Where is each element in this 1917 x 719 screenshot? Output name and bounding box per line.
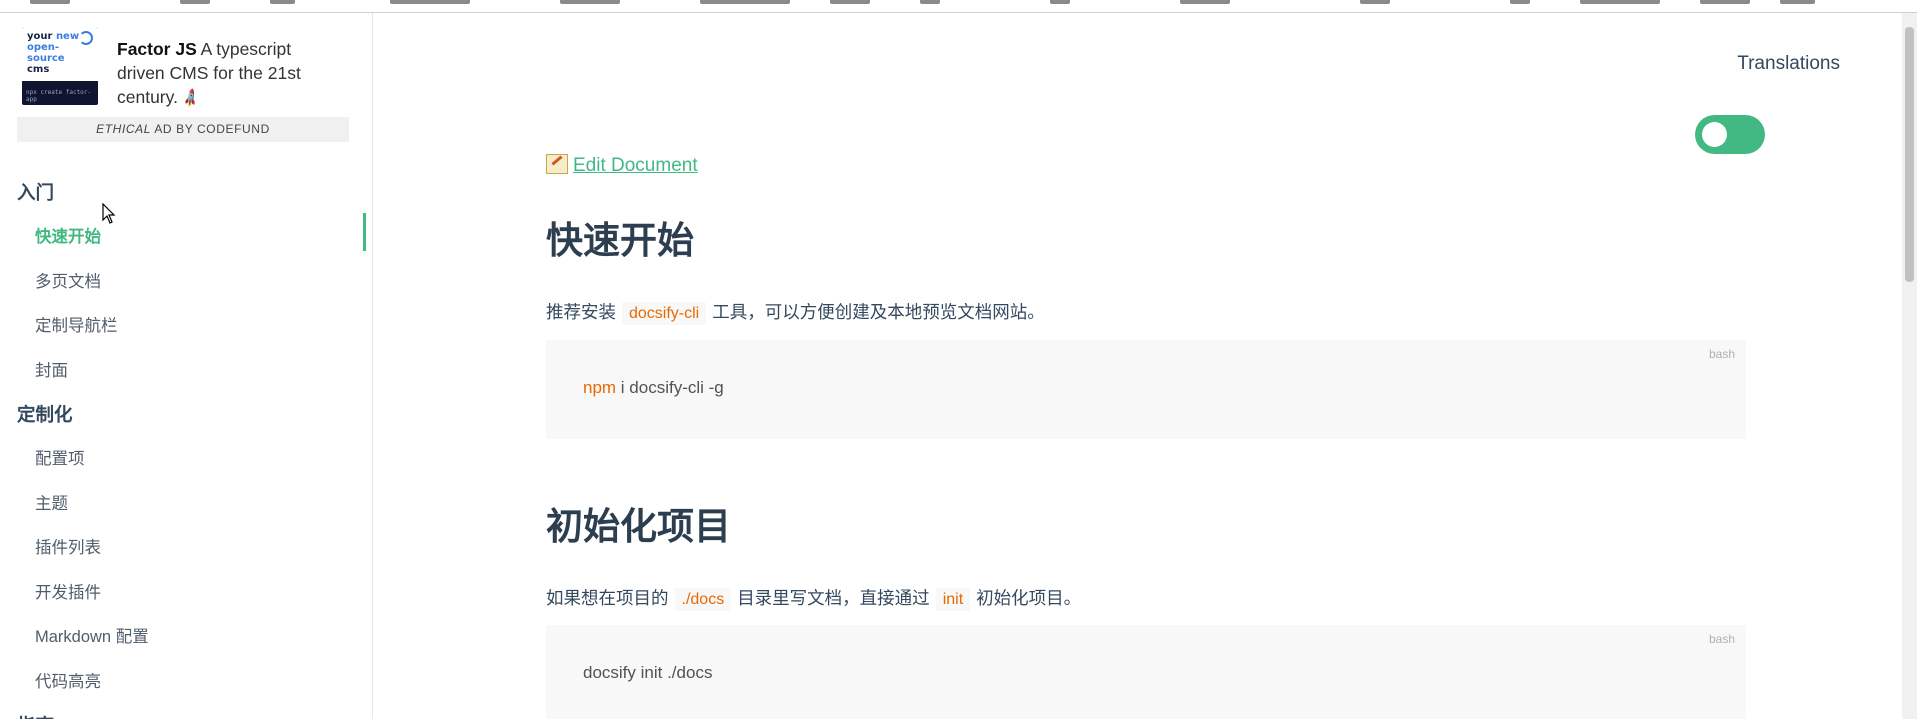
code-lang-label: bash <box>1708 347 1735 361</box>
sidebar-item-code-highlight[interactable]: 代码高亮 <box>17 660 357 705</box>
ad-image-headline: your new open-source cms <box>27 31 80 75</box>
main-content: Translations Edit Document 快速开始 推荐安装 docs… <box>373 13 1903 719</box>
code-block[interactable]: bash npm i docsify-cli -g <box>546 340 1746 439</box>
code-line: docsify init ./docs <box>583 663 713 682</box>
ad-credit[interactable]: ETHICAL AD BY CODEFUND <box>17 117 349 142</box>
nav-section-title: 定制化 <box>17 404 73 425</box>
inline-code: ./docs <box>674 588 732 611</box>
code-block[interactable]: bash docsify init ./docs <box>546 625 1746 719</box>
edit-document[interactable]: Edit Document <box>546 154 698 177</box>
code-lang-label: bash <box>1708 632 1735 646</box>
code-line: npm i docsify-cli -g <box>583 378 724 397</box>
sidebar-item-cover[interactable]: 封面 <box>17 349 357 394</box>
ad-text[interactable]: Factor JS A typescript driven CMS for th… <box>117 37 327 111</box>
sidebar-item-write-plugin[interactable]: 开发插件 <box>17 571 357 616</box>
sidebar-item-plugins[interactable]: 插件列表 <box>17 526 357 571</box>
active-indicator <box>363 213 366 251</box>
ad-image[interactable]: your new open-source cms npx create fact… <box>22 27 98 105</box>
heading-quickstart: 快速开始 <box>546 220 694 261</box>
sidebar-item-custom-navbar[interactable]: 定制导航栏 <box>17 304 357 349</box>
sidebar-item-themes[interactable]: 主题 <box>17 482 357 527</box>
toggle-knob <box>1702 122 1727 147</box>
sidebar: your new open-source cms npx create fact… <box>0 13 373 719</box>
edit-document-link[interactable]: Edit Document <box>573 155 698 176</box>
theme-toggle[interactable] <box>1695 115 1765 154</box>
ad-image-command: npx create factor-app <box>26 89 92 103</box>
memo-icon <box>546 154 568 174</box>
translations-link[interactable]: Translations <box>1737 53 1840 75</box>
inline-code: docsify-cli <box>622 302 707 325</box>
sidebar-item-configuration[interactable]: 配置项 <box>17 437 357 482</box>
scrollbar[interactable] <box>1902 13 1917 719</box>
nav-section-title: 指南 <box>17 704 357 719</box>
browser-top-strip <box>0 0 1917 13</box>
nav-section-title: 入门 <box>17 182 55 203</box>
sidebar-nav: 入门 快速开始 多页文档 定制导航栏 封面 定制化 配置项 主题 插件列表 开发… <box>17 171 357 719</box>
ad-title: Factor JS <box>117 39 197 59</box>
paragraph: 推荐安装 docsify-cli 工具，可以方便创建及本地预览文档网站。 <box>546 299 1045 325</box>
mouse-cursor-icon <box>102 203 116 224</box>
inline-code: init <box>935 588 971 611</box>
scrollbar-thumb[interactable] <box>1905 27 1914 282</box>
paragraph: 如果想在项目的 ./docs 目录里写文档，直接通过 init 初始化项目。 <box>546 585 1081 611</box>
sidebar-item-markdown[interactable]: Markdown 配置 <box>17 615 357 660</box>
sidebar-item-quickstart[interactable]: 快速开始 <box>17 215 357 260</box>
heading-init-project: 初始化项目 <box>546 506 731 547</box>
factor-logo-icon <box>79 31 93 45</box>
rocket-icon: 🚀 <box>179 87 202 110</box>
sidebar-item-more-pages[interactable]: 多页文档 <box>17 260 357 305</box>
